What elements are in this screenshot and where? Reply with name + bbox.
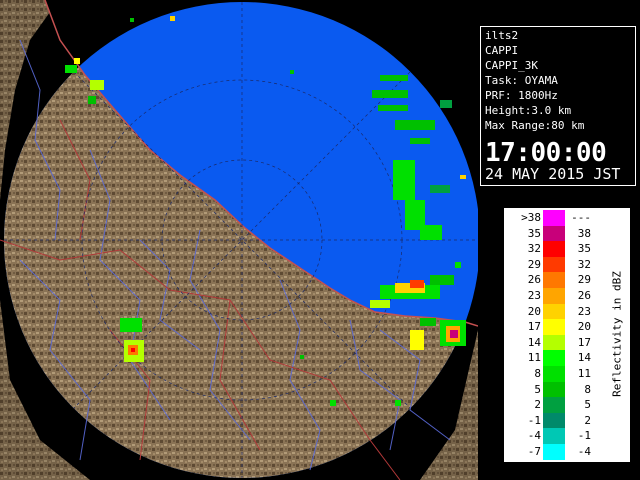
legend-upper-bound: 32	[577, 257, 591, 271]
product-type: CAPPI	[485, 44, 519, 57]
legend-lower-bound: 2	[534, 398, 541, 412]
legend-swatch	[543, 241, 565, 257]
legend-lower-bound: 26	[527, 273, 541, 287]
prf-value: PRF: 1800Hz	[485, 89, 558, 102]
max-range-value: Max Range:80 km	[485, 119, 585, 132]
legend-upper-bound: 11	[577, 367, 591, 380]
legend-upper-bound: 26	[577, 289, 591, 302]
legend-row: -4 -1	[505, 428, 605, 444]
legend-row: 20 23	[505, 303, 605, 320]
legend-row: 29 32	[505, 256, 605, 273]
legend-row: 58	[505, 381, 605, 398]
legend-row: 32 35	[505, 241, 605, 257]
legend-row: 26 29	[505, 272, 605, 288]
legend-row: 17 20	[505, 319, 605, 335]
legend-unit-text: Reflectivity in dBZ	[610, 271, 624, 397]
legend-upper-bound: 17	[577, 335, 591, 349]
info-box: ilts2 CAPPI CAPPI_3K Task: OYAMA PRF: 18…	[480, 26, 636, 186]
legend-swatch	[543, 288, 565, 304]
legend-upper-bound: ---	[571, 211, 591, 224]
legend-row: -7 -4	[505, 444, 605, 460]
legend-lower-bound: 20	[527, 304, 541, 318]
observation-time: 17:00:00	[485, 138, 607, 168]
legend-unit-label: Reflectivity in dBZ	[607, 209, 627, 459]
legend-row: 35 38	[505, 225, 605, 242]
legend-lower-bound: -1	[527, 413, 541, 427]
legend-swatch	[543, 428, 565, 444]
legend-row: 25	[505, 397, 605, 413]
legend-lower-bound: >38	[521, 211, 541, 224]
legend-upper-bound: 29	[577, 273, 591, 287]
legend-swatch	[543, 412, 565, 429]
observation-date: 24 MAY 2015 JST	[485, 165, 621, 183]
legend-swatch	[543, 381, 565, 398]
height-value: Height:3.0 km	[485, 104, 572, 117]
legend-lower-bound: -4	[527, 429, 541, 443]
legend-lower-bound: 14	[527, 335, 541, 349]
legend-swatch	[543, 334, 565, 351]
legend-lower-bound: 5	[534, 382, 541, 396]
legend-lower-bound: 8	[534, 367, 541, 380]
legend-row: >38 ---	[505, 210, 605, 226]
legend-swatch	[543, 444, 565, 460]
legend-swatch	[543, 210, 565, 226]
legend-upper-bound: 5	[584, 398, 591, 412]
legend-swatch	[543, 225, 565, 242]
product-name: CAPPI_3K	[485, 59, 538, 72]
radar-map-canvas	[0, 0, 478, 480]
legend-upper-bound: 23	[577, 304, 591, 318]
radar-name: ilts2	[485, 29, 519, 42]
legend-lower-bound: 17	[527, 320, 541, 334]
legend-upper-bound: 20	[577, 320, 591, 334]
color-legend: >38 --- 35 38 32 35 29 32 26 29 23 26 20 23 17 20 14 17 11…	[504, 208, 630, 462]
radar-map[interactable]	[0, 0, 478, 480]
legend-lower-bound: -7	[527, 445, 541, 458]
legend-swatch	[543, 256, 565, 273]
legend-upper-bound: 38	[577, 226, 591, 240]
legend-lower-bound: 23	[527, 289, 541, 302]
legend-swatch	[543, 366, 565, 382]
legend-swatch	[543, 350, 565, 366]
legend-lower-bound: 32	[527, 242, 541, 256]
legend-swatch	[543, 397, 565, 413]
legend-lower-bound: 35	[527, 226, 541, 240]
legend-upper-bound: 8	[584, 382, 591, 396]
legend-upper-bound: -4	[577, 445, 591, 458]
legend-lower-bound: 29	[527, 257, 541, 271]
legend-swatch	[543, 303, 565, 320]
legend-row: 14 17	[505, 334, 605, 351]
side-panel: ilts2 CAPPI CAPPI_3K Task: OYAMA PRF: 18…	[478, 0, 640, 480]
legend-swatch	[543, 319, 565, 335]
legend-upper-bound: 14	[577, 351, 591, 365]
legend-upper-bound: -1	[577, 429, 591, 443]
task-name: Task: OYAMA	[485, 74, 558, 87]
legend-row: 8 11	[505, 366, 605, 382]
legend-upper-bound: 2	[584, 413, 591, 427]
legend-upper-bound: 35	[577, 242, 591, 256]
legend-row: 23 26	[505, 288, 605, 304]
legend-row: -1 2	[505, 412, 605, 429]
legend-lower-bound: 11	[527, 351, 541, 365]
legend-swatch	[543, 272, 565, 288]
legend-row: 11 14	[505, 350, 605, 366]
